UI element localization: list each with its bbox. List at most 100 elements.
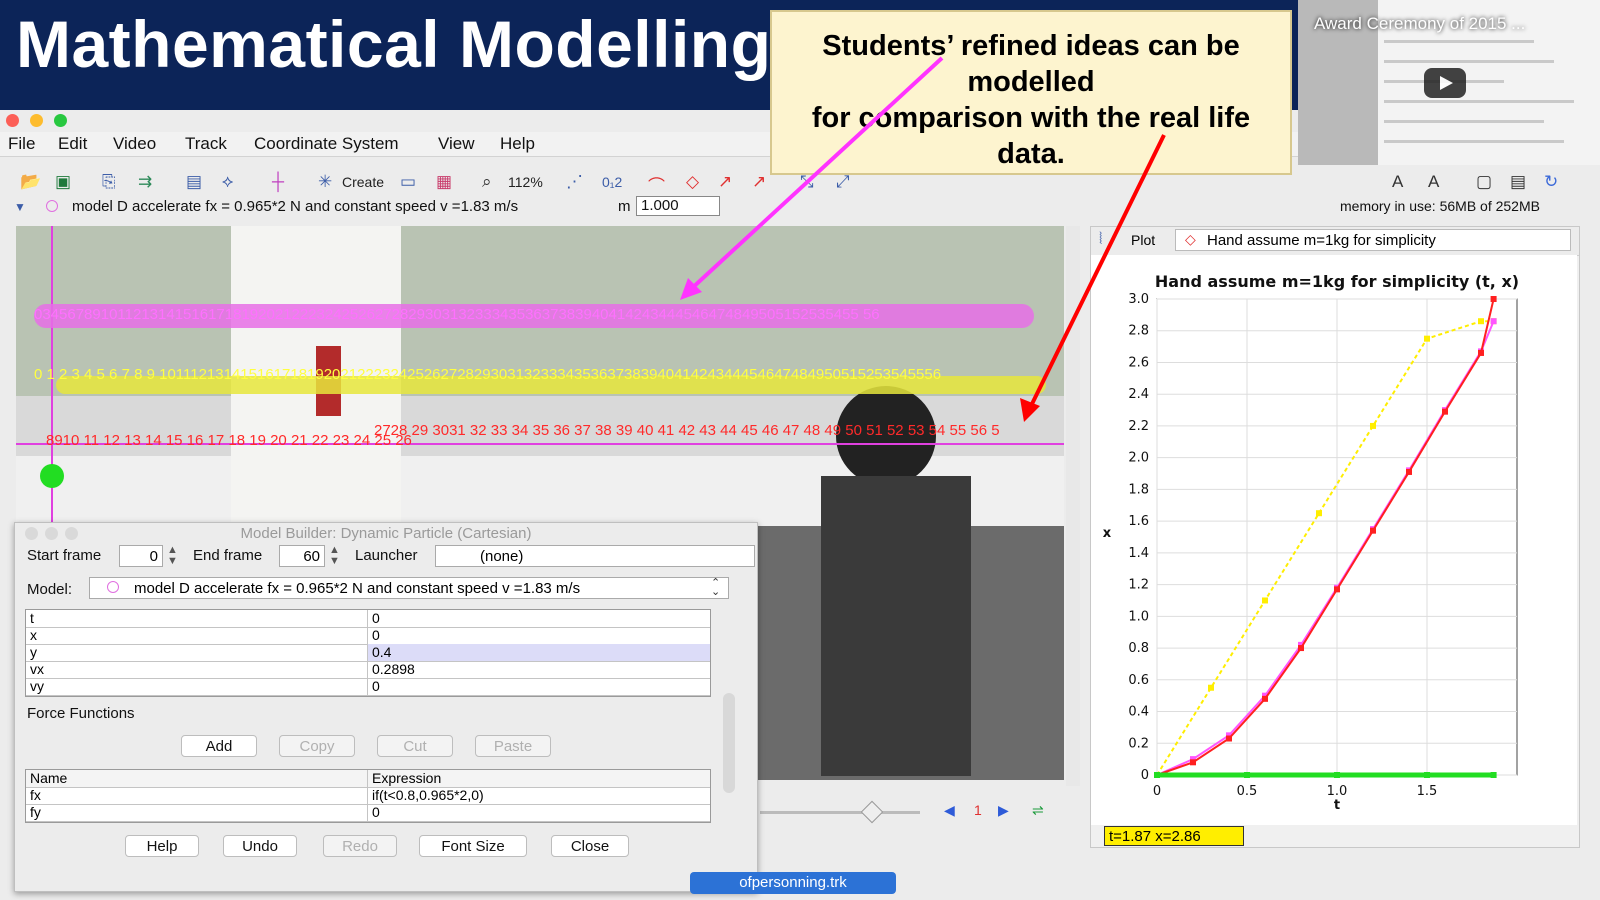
paste-button[interactable]: Paste	[475, 735, 551, 757]
font-larger-icon[interactable]: A	[1428, 172, 1439, 192]
menu-view[interactable]: View	[438, 134, 475, 154]
notes-icon[interactable]: ▢	[1476, 172, 1492, 192]
clip-settings-icon[interactable]: ▤	[186, 172, 202, 192]
acceleration-icon[interactable]: ↗	[752, 172, 766, 192]
table-row[interactable]: y 0.4	[26, 644, 710, 662]
plot-tab[interactable]: Plot	[1131, 232, 1155, 248]
model-circle-icon	[107, 581, 119, 593]
create-button[interactable]: Create	[342, 174, 384, 190]
force-name: fx	[26, 787, 368, 804]
table-row[interactable]: t 0	[26, 610, 710, 628]
minimize-window-icon[interactable]	[30, 114, 43, 127]
start-frame-label: Start frame	[27, 547, 102, 564]
menu-video[interactable]: Video	[113, 134, 156, 154]
video-scrollbar[interactable]	[1066, 226, 1080, 786]
data-point	[1334, 772, 1340, 778]
mass-input[interactable]: 1.000	[636, 196, 720, 216]
param-value[interactable]: 0	[368, 678, 710, 695]
zoom-level[interactable]: 112%	[508, 174, 543, 190]
param-value[interactable]: 0	[368, 610, 710, 627]
track-control-icon[interactable]: ▭	[400, 172, 416, 192]
end-frame-stepper[interactable]: ▲ ▼	[329, 545, 340, 567]
menu-track[interactable]: Track	[185, 134, 227, 154]
menu-edit[interactable]: Edit	[58, 134, 87, 154]
dialog-minimize-icon[interactable]	[45, 527, 58, 540]
zoom-window-icon[interactable]	[54, 114, 67, 127]
plot-header: ⦚ Plot ◇ Hand assume m=1kg for simplicit…	[1091, 227, 1579, 256]
step-label[interactable]: 0₁2	[602, 174, 622, 190]
undo-button[interactable]: Undo	[223, 835, 297, 857]
table-row[interactable]: fy 0	[26, 804, 710, 822]
data-point	[1262, 597, 1268, 604]
model-select[interactable]: model D accelerate fx = 0.965*2 N and co…	[89, 577, 729, 599]
data-point	[1316, 510, 1322, 517]
launcher-label: Launcher	[355, 547, 418, 564]
table-row[interactable]: fx if(t<0.8,0.965*2,0)	[26, 787, 710, 805]
open-video-icon[interactable]: ⎘	[102, 172, 116, 192]
calibration-icon[interactable]: ⟡	[222, 172, 233, 192]
close-button[interactable]: Close	[551, 835, 629, 857]
table-row[interactable]: x 0	[26, 627, 710, 645]
plot-track-name: Hand assume m=1kg for simplicity	[1207, 232, 1436, 249]
video-thumbnail[interactable]: Award Ceremony of 2015 ...	[1298, 0, 1600, 165]
loop-icon[interactable]: ⇌	[1032, 802, 1044, 819]
help-button[interactable]: Help	[125, 835, 199, 857]
step-forward-icon[interactable]: ▶︎	[998, 802, 1009, 819]
mass-icon[interactable]: ⤢	[836, 172, 850, 192]
launcher-select[interactable]: (none)	[435, 545, 755, 567]
mark-icon[interactable]: ◇	[686, 172, 699, 192]
force-expression[interactable]: if(t<0.8,0.965*2,0)	[368, 787, 710, 804]
open-folder-icon[interactable]: 📂	[20, 172, 41, 192]
trails-icon[interactable]: ⋰	[566, 172, 583, 192]
menu-coordinate-system[interactable]: Coordinate System	[254, 134, 399, 154]
save-icon[interactable]: ▣	[55, 172, 71, 192]
create-track-icon[interactable]: ✳	[318, 172, 332, 192]
chevron-updown-icon[interactable]: ⌃ ⌄	[711, 578, 720, 598]
import-icon[interactable]: ⇉	[138, 172, 152, 192]
refresh-icon[interactable]: ↻	[1544, 172, 1558, 192]
plot-chart[interactable]: Hand assume m=1kg for simplicity (t, x) 0…	[1091, 255, 1577, 835]
step-back-icon[interactable]: ◀︎	[944, 802, 955, 819]
param-name: vx	[26, 661, 368, 678]
force-expression[interactable]: 0	[368, 804, 710, 821]
force-name: fy	[26, 804, 368, 821]
start-frame-field[interactable]: 0	[119, 545, 163, 567]
axes-icon[interactable]: ┼	[272, 172, 284, 192]
start-frame-stepper[interactable]: ▲ ▼	[167, 545, 178, 567]
panel-icon[interactable]: ▤	[1510, 172, 1526, 192]
frame-slider[interactable]	[760, 811, 920, 814]
diamond-icon: ◇	[1185, 231, 1196, 247]
velocity-icon[interactable]: ↗	[718, 172, 732, 192]
font-size-button[interactable]: Font Size	[419, 835, 527, 857]
track-dropdown-icon[interactable]: ▼	[14, 200, 26, 214]
frame-number: 1	[974, 802, 982, 818]
end-frame-field[interactable]: 60	[279, 545, 325, 567]
param-value[interactable]: 0.2898	[368, 661, 710, 678]
param-value[interactable]: 0.4	[368, 644, 710, 661]
track-model-label[interactable]: model D accelerate fx = 0.965*2 N and co…	[72, 198, 518, 215]
close-window-icon[interactable]	[6, 114, 19, 127]
table-row[interactable]: vy 0	[26, 678, 710, 696]
add-button[interactable]: Add	[181, 735, 257, 757]
file-tab[interactable]: ofpersonning.trk	[690, 872, 896, 894]
slider-thumb[interactable]	[860, 800, 884, 824]
table-row[interactable]: vx 0.2898	[26, 661, 710, 679]
model-label: Model:	[27, 581, 73, 598]
dialog-close-icon[interactable]	[25, 527, 38, 540]
copy-button[interactable]: Copy	[279, 735, 355, 757]
cut-button[interactable]: Cut	[377, 735, 453, 757]
path-icon[interactable]: ⌒	[648, 172, 665, 197]
zoom-icon[interactable]: ⌕	[482, 172, 492, 192]
data-point	[1406, 468, 1412, 475]
y-tick-label: 1.0	[1128, 609, 1149, 624]
menu-file[interactable]: File	[8, 134, 35, 154]
redo-button[interactable]: Redo	[323, 835, 397, 857]
play-icon[interactable]	[1424, 68, 1466, 98]
autotracker-icon[interactable]: ▦	[436, 172, 452, 192]
menu-help[interactable]: Help	[500, 134, 535, 154]
font-smaller-icon[interactable]: A	[1392, 172, 1403, 192]
dialog-zoom-icon[interactable]	[65, 527, 78, 540]
dialog-scrollbar[interactable]	[723, 693, 735, 793]
stretch-icon[interactable]: ⤡	[800, 172, 814, 192]
param-value[interactable]: 0	[368, 627, 710, 644]
